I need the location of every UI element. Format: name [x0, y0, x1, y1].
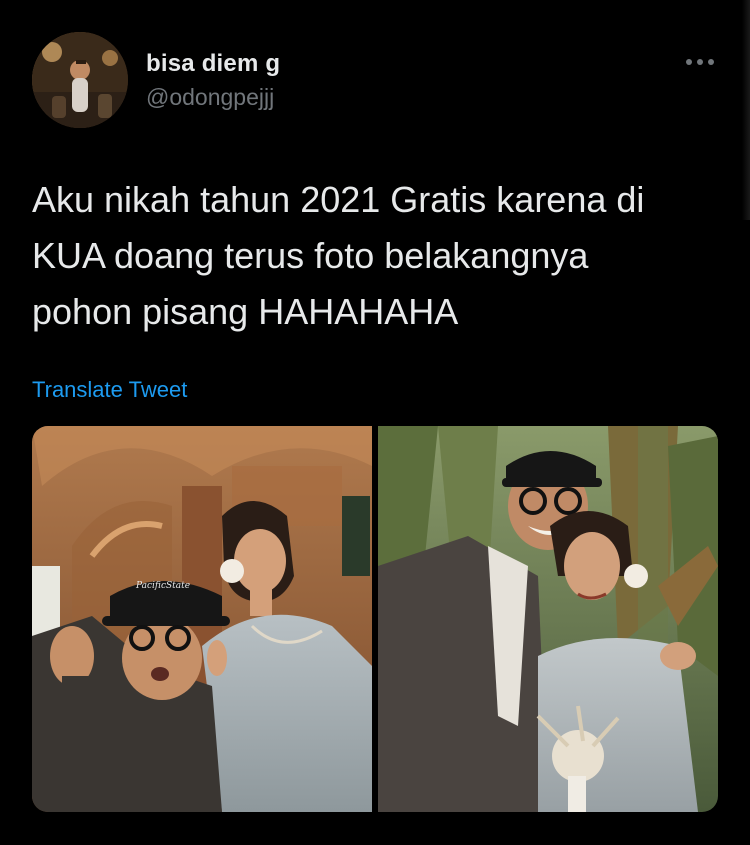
tweet-text-line: Aku nikah tahun 2021 Gratis karena di: [32, 179, 645, 220]
photo-right-image: [378, 426, 718, 812]
tweet-container: bisa diem g @odongpejjj Aku nikah tahun …: [0, 0, 750, 845]
avatar[interactable]: [32, 32, 128, 128]
photo-left[interactable]: PacificState: [32, 426, 372, 812]
tweet-text-line: KUA doang terus foto belakangnya: [32, 235, 589, 276]
tweet-text-line: pohon pisang HAHAHAHA: [32, 291, 459, 332]
photo-left-image: PacificState: [32, 426, 372, 812]
avatar-image: [32, 32, 128, 128]
cap-logo-text: PacificState: [135, 581, 190, 591]
display-name[interactable]: bisa diem g: [146, 50, 280, 78]
more-options-button[interactable]: [680, 48, 720, 76]
translate-tweet-link[interactable]: Translate Tweet: [32, 377, 187, 403]
photo-right[interactable]: [378, 426, 718, 812]
more-horizontal-icon: [686, 59, 714, 65]
media-grid: PacificState: [32, 426, 718, 812]
right-edge-shadow: [742, 0, 750, 220]
user-handle[interactable]: @odongpejjj: [146, 84, 274, 111]
tweet-text: Aku nikah tahun 2021 Gratis karena di KUA…: [32, 172, 722, 340]
